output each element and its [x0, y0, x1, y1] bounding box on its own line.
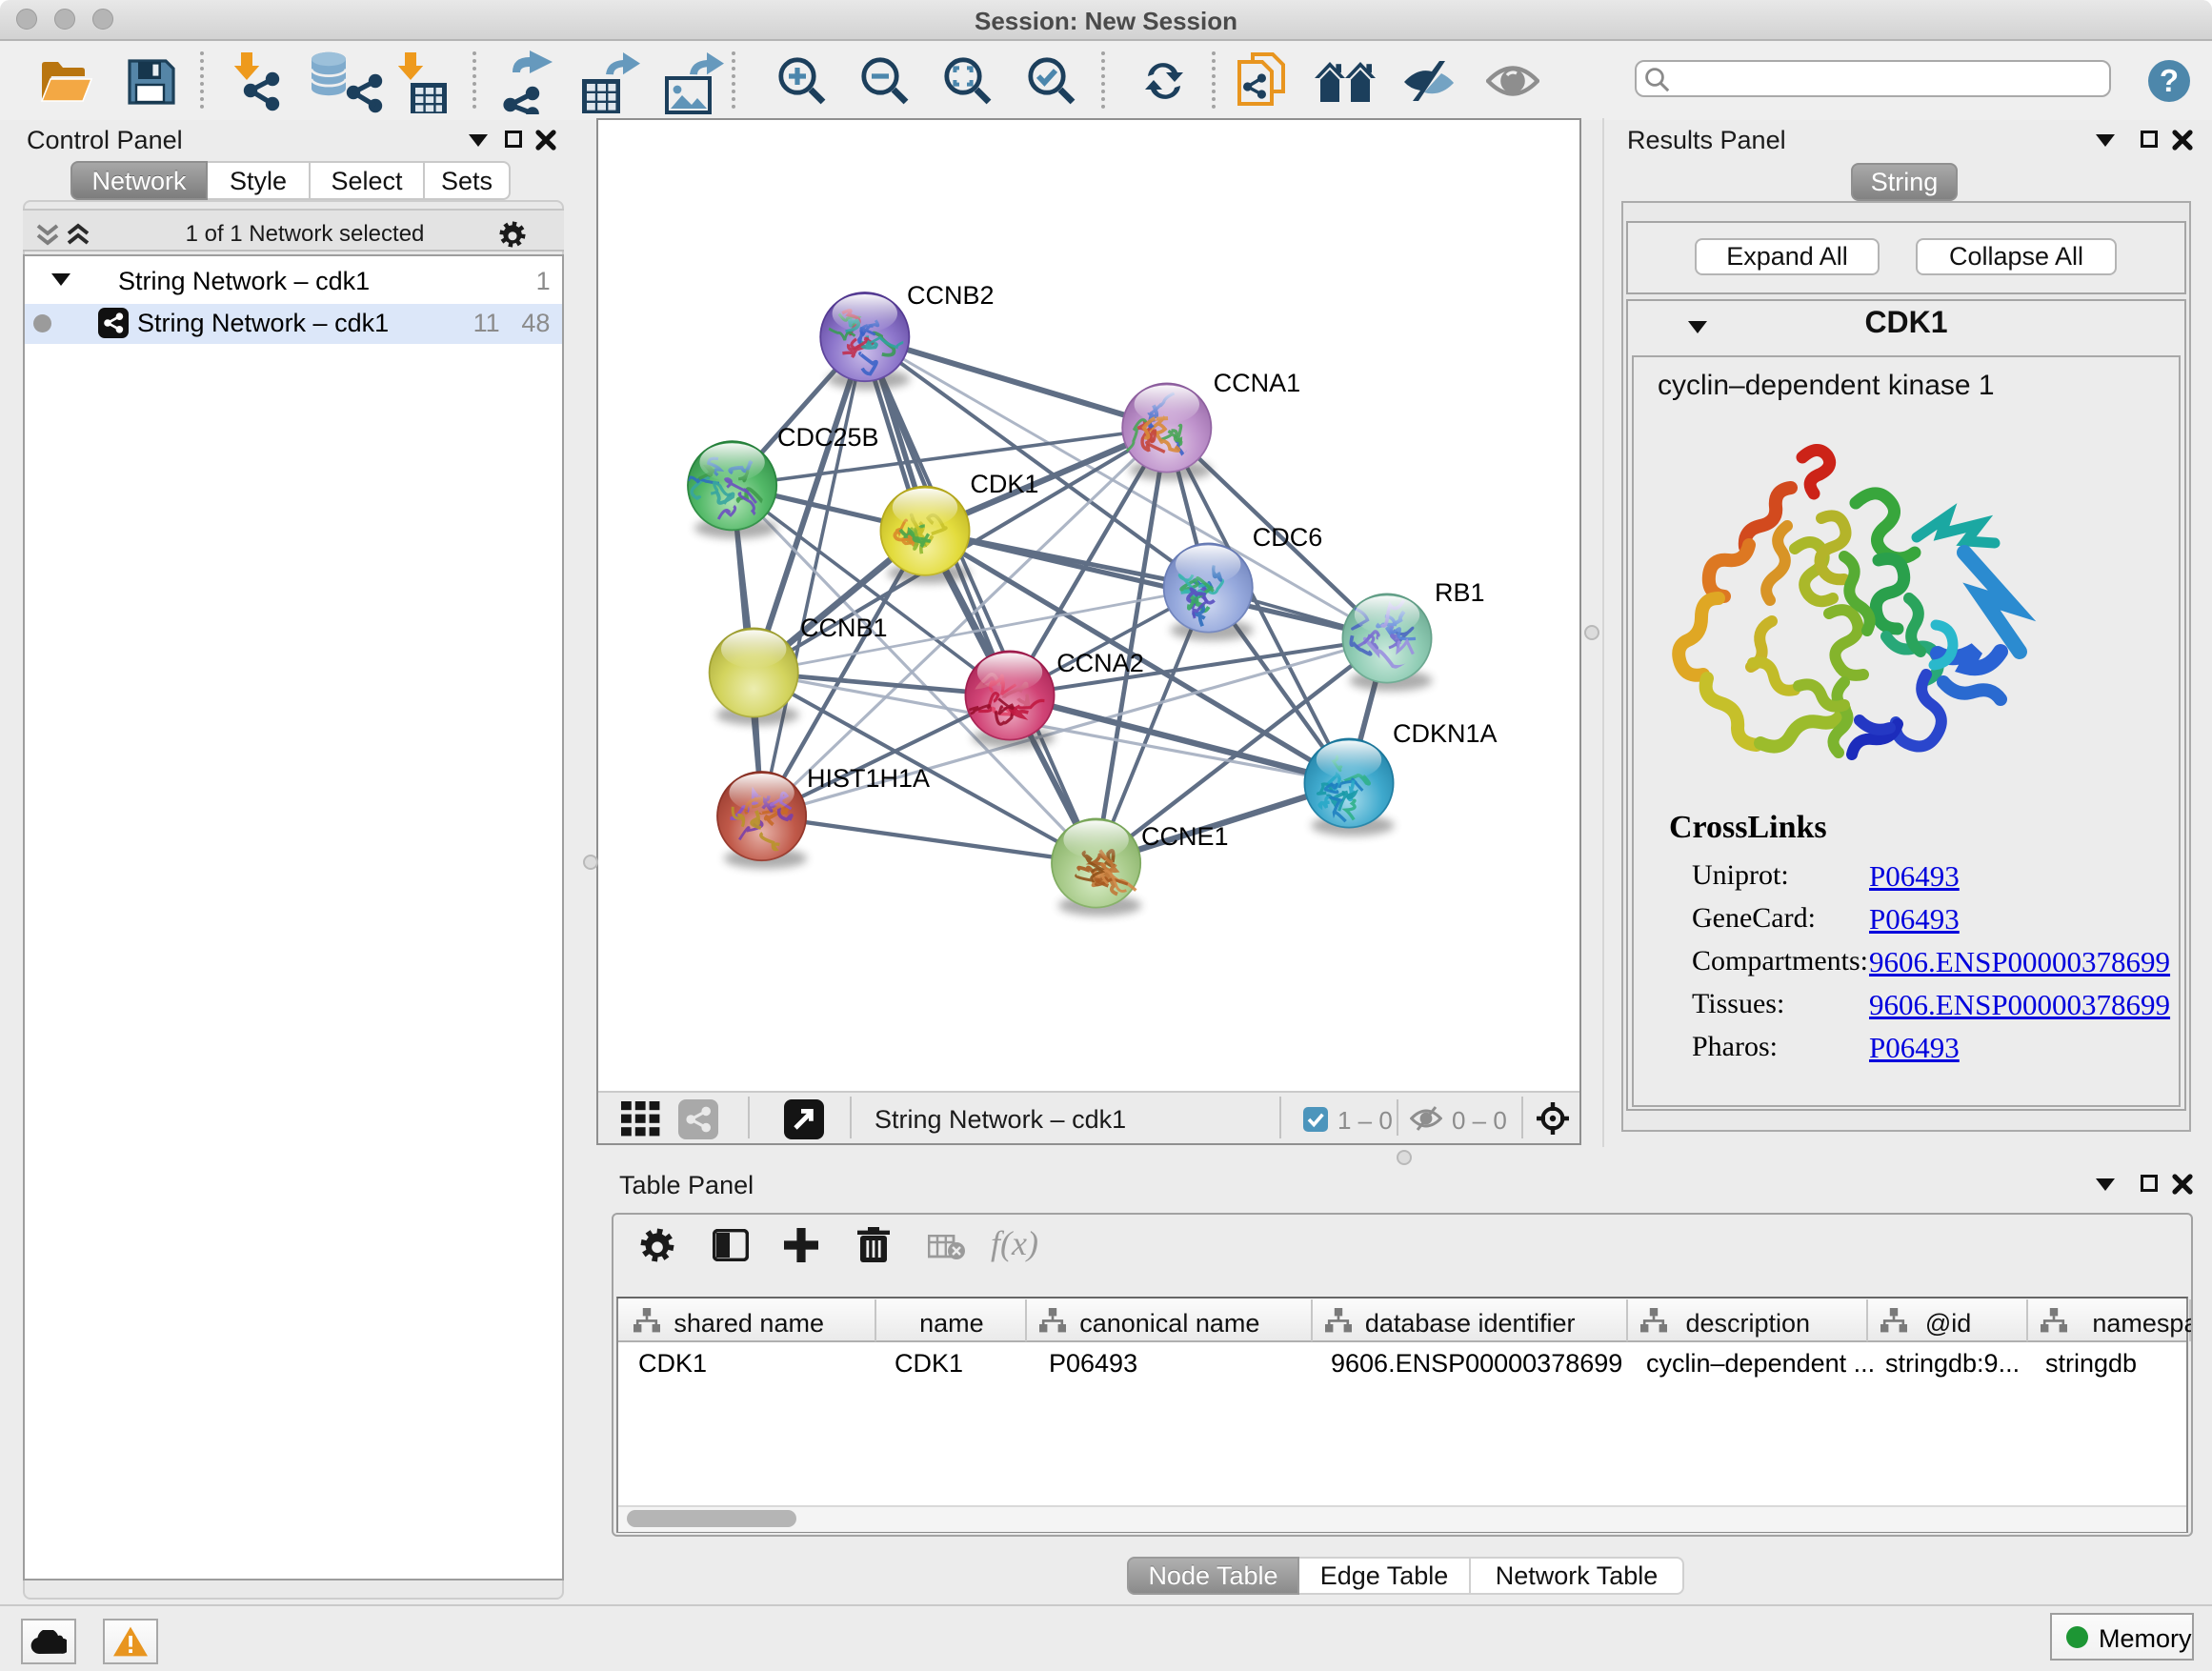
svg-text:HIST1H1A: HIST1H1A [807, 764, 930, 793]
svg-text:RB1: RB1 [1435, 578, 1485, 607]
svg-text:CCNE1: CCNE1 [1141, 822, 1229, 851]
svg-text:?: ? [2160, 63, 2179, 98]
svg-text:CCNA2: CCNA2 [1056, 649, 1144, 677]
svg-text:CCNA1: CCNA1 [1214, 369, 1301, 397]
svg-text:CCNB1: CCNB1 [800, 614, 888, 642]
svg-text:CDKN1A: CDKN1A [1393, 719, 1498, 748]
svg-text:CDC25B: CDC25B [777, 423, 879, 452]
svg-text:CCNB2: CCNB2 [907, 281, 995, 310]
svg-text:CDC6: CDC6 [1253, 523, 1323, 552]
svg-text:CDK1: CDK1 [970, 470, 1038, 498]
